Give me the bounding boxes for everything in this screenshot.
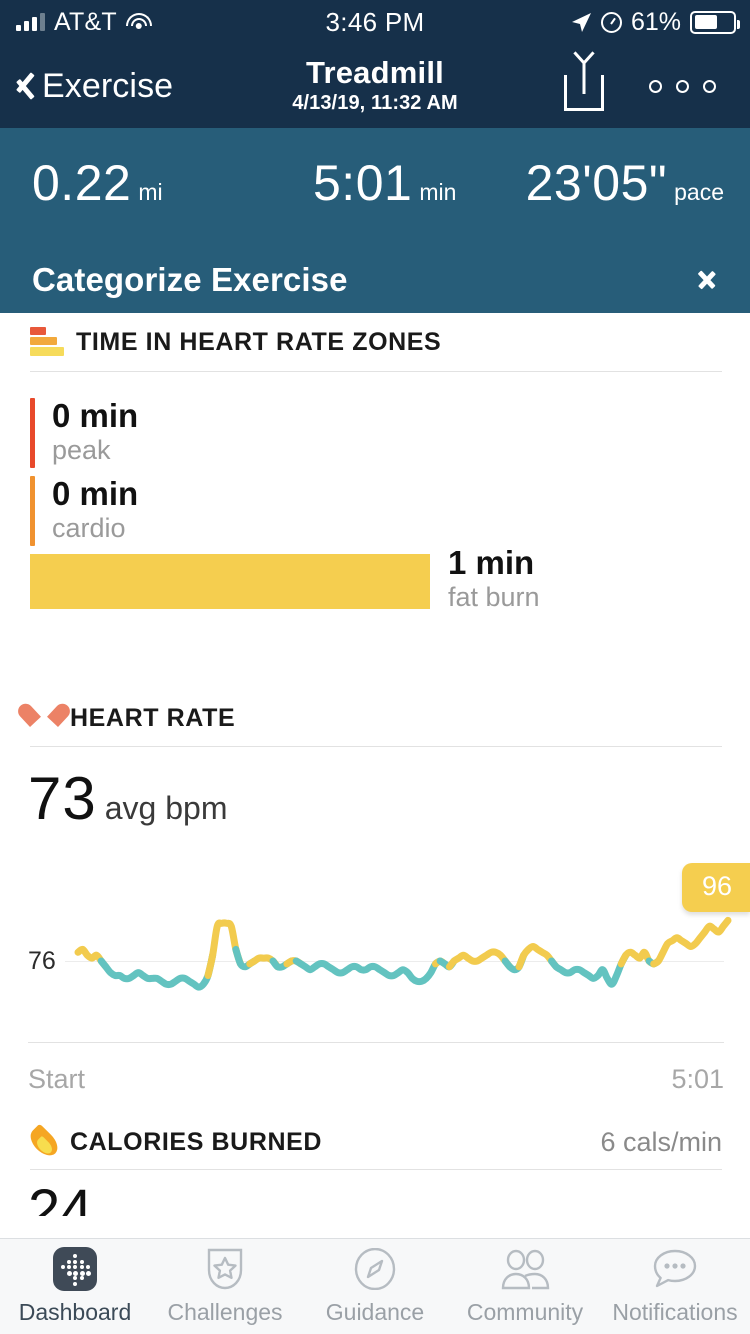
tab-notifications[interactable]: Notifications (600, 1239, 750, 1334)
stat-pace-value: 23'05" (526, 158, 668, 208)
location-arrow-icon (570, 11, 592, 33)
avg-bpm-value: 73 (28, 769, 97, 829)
stat-duration: 5:01 min (313, 158, 456, 208)
zone-fat-burn-name: fat burn (448, 582, 540, 612)
exercise-detail-screen: AT&T 3:46 PM 61% Exercise Treadmill 4/13… (0, 0, 750, 1334)
stat-pace-unit: pace (674, 179, 724, 206)
tab-guidance[interactable]: Guidance (300, 1239, 450, 1334)
stat-distance: 0.22 mi (32, 158, 163, 208)
calories-value: 24 (0, 1182, 750, 1216)
divider (30, 1169, 722, 1170)
page-subtitle: 4/13/19, 11:32 AM (292, 92, 458, 115)
zones-section-title: TIME IN HEART RATE ZONES (76, 328, 441, 357)
categorize-exercise-button[interactable]: Categorize Exercise (0, 246, 750, 313)
zone-bar-fat-burn (30, 554, 430, 609)
people-icon (499, 1248, 551, 1290)
zone-cardio-value: 0 min (52, 476, 750, 513)
heart-icon (30, 705, 58, 731)
zone-row-fat-burn: 1 min fat burn (0, 554, 750, 632)
tab-notifications-label: Notifications (612, 1299, 737, 1326)
clock-label: 3:46 PM (290, 7, 460, 38)
tab-challenges-label: Challenges (167, 1299, 282, 1326)
status-bar-right: 61% (460, 8, 750, 37)
tab-challenges[interactable]: Challenges (150, 1239, 300, 1334)
tab-dashboard[interactable]: Dashboard (0, 1239, 150, 1334)
share-icon[interactable] (561, 61, 607, 111)
calories-section-header: CALORIES BURNED 6 cals/min (0, 1115, 750, 1169)
heart-rate-section-title: HEART RATE (70, 704, 235, 733)
navigation-bar: Exercise Treadmill 4/13/19, 11:32 AM (0, 44, 750, 128)
calories-rate-label: 6 cals/min (600, 1127, 750, 1158)
content-area: TIME IN HEART RATE ZONES 0 min peak 0 mi… (0, 313, 750, 1238)
chart-x-start-label: Start (28, 1064, 85, 1095)
zone-row-peak: 0 min peak (0, 398, 750, 476)
zone-fat-burn-value: 1 min (448, 545, 540, 582)
stat-pace: 23'05" pace (526, 158, 724, 208)
zone-peak-value: 0 min (52, 398, 750, 435)
stat-distance-value: 0.22 (32, 158, 131, 208)
signal-icon (16, 13, 45, 31)
chevron-right-icon (698, 264, 718, 296)
heart-rate-chart[interactable]: 96 76 Start 5:01 (0, 851, 750, 1101)
wifi-icon (126, 13, 152, 32)
zone-row-cardio: 0 min cardio (0, 476, 750, 554)
more-options-icon[interactable] (649, 80, 716, 93)
compass-icon (354, 1248, 396, 1290)
stat-duration-value: 5:01 (313, 158, 412, 208)
zone-tick-peak (30, 398, 35, 468)
trophy-star-icon (205, 1247, 245, 1291)
battery-percent-label: 61% (631, 8, 681, 37)
dashboard-icon (53, 1247, 97, 1291)
summary-band: 0.22 mi 5:01 min 23'05" pace Categorize … (0, 128, 750, 313)
divider (30, 746, 722, 747)
tab-dashboard-label: Dashboard (19, 1299, 132, 1326)
flame-icon (30, 1126, 58, 1158)
tab-community[interactable]: Community (450, 1239, 600, 1334)
zone-tick-cardio (30, 476, 35, 546)
calories-section-title: CALORIES BURNED (70, 1128, 322, 1157)
page-title: Treadmill (306, 57, 444, 90)
stat-duration-unit: min (419, 179, 456, 206)
chat-bubble-icon (652, 1248, 698, 1290)
battery-icon (690, 11, 736, 34)
status-bar-left: AT&T (0, 8, 290, 37)
categorize-exercise-label: Categorize Exercise (32, 261, 348, 299)
chart-axis-line (28, 1042, 724, 1043)
avg-bpm-group: 73 avg bpm (0, 769, 750, 829)
tab-guidance-label: Guidance (326, 1299, 424, 1326)
avg-bpm-unit: avg bpm (105, 790, 228, 827)
carrier-label: AT&T (54, 8, 117, 37)
status-bar: AT&T 3:46 PM 61% (0, 0, 750, 44)
zones-section-header: TIME IN HEART RATE ZONES (0, 313, 750, 371)
zone-peak-name: peak (52, 435, 750, 465)
heart-rate-line-series (0, 851, 750, 1101)
chart-x-end-label: 5:01 (671, 1064, 724, 1095)
divider (30, 371, 722, 372)
summary-stats: 0.22 mi 5:01 min 23'05" pace (0, 158, 750, 220)
heart-rate-section-header: HEART RATE (0, 690, 750, 746)
heart-rate-zones-icon (30, 327, 64, 357)
alarm-icon (601, 12, 622, 33)
tab-bar: Dashboard Challenges Guidance (0, 1238, 750, 1334)
zone-cardio-name: cardio (52, 513, 750, 543)
nav-actions (561, 44, 750, 128)
stat-distance-unit: mi (138, 179, 162, 206)
tab-community-label: Community (467, 1299, 583, 1326)
